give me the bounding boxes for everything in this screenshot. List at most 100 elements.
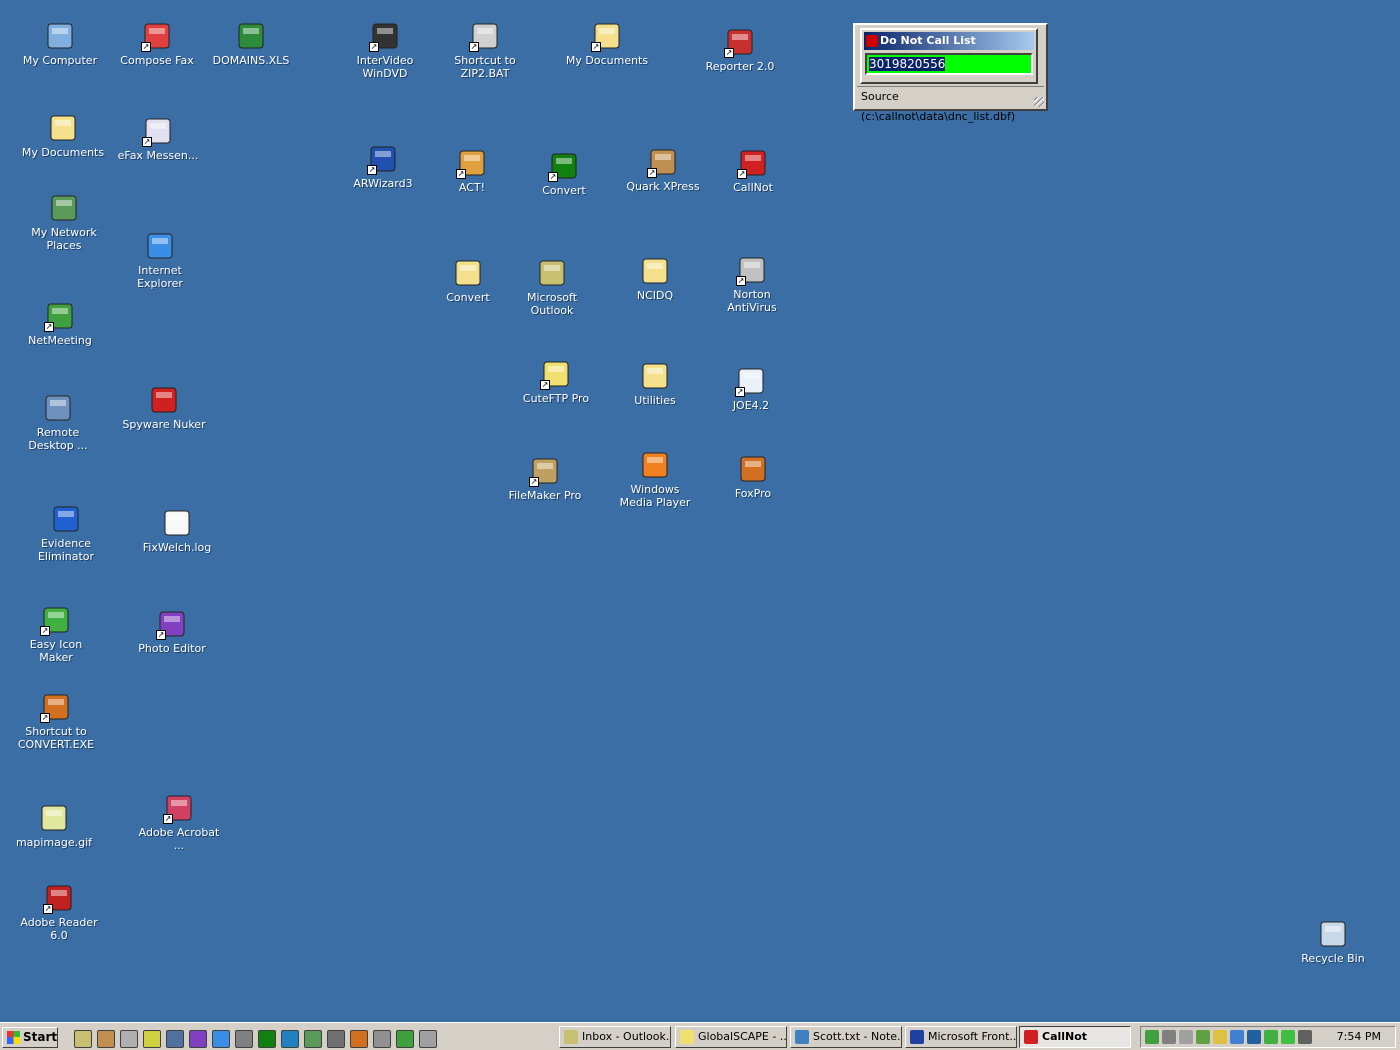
my-computer-icon	[44, 20, 76, 52]
photo-editor-icon: ↗	[156, 608, 188, 640]
dnc-processor-window[interactable]: Do Not Call List Processor 3019820556 So…	[853, 23, 1048, 123]
computer-icon[interactable]	[166, 1030, 184, 1048]
desktop-icon[interactable]: FixWelch.log	[135, 507, 219, 554]
keyboard-icon[interactable]	[235, 1030, 253, 1048]
desktop-icon-label: JOE4.2	[732, 399, 770, 412]
desktop-icon[interactable]: ↗ Norton AntiVirus	[710, 254, 794, 314]
desktop-icon[interactable]: DOMAINS.XLS	[209, 20, 293, 67]
messenger-icon[interactable]	[1281, 1030, 1295, 1044]
desktop-icon[interactable]: ↗ JOE4.2	[709, 365, 793, 412]
desktop-icon[interactable]: Windows Media Player	[613, 449, 697, 509]
compose-fax-icon: ↗	[141, 20, 173, 52]
start-button[interactable]: Start	[2, 1027, 58, 1048]
phone-number-field[interactable]: 3019820556	[865, 53, 1033, 75]
desktop-icon[interactable]: ↗ Convert	[522, 150, 606, 197]
desktop-icon-label: InterVideo WinDVD	[356, 54, 414, 80]
acrobat-icon: ↗	[163, 792, 195, 824]
desktop-icon[interactable]: My Network Places	[22, 192, 106, 252]
shortcut-arrow-icon: ↗	[367, 165, 377, 175]
taskbar-button[interactable]: CallNot	[1019, 1026, 1131, 1048]
display-icon[interactable]	[1230, 1030, 1244, 1044]
dnc-window-titlebar[interactable]: Do Not Call List Processor	[864, 32, 1034, 65]
taskbar-button[interactable]: Microsoft Front...	[905, 1026, 1017, 1048]
network-tray-icon[interactable]	[1179, 1030, 1193, 1044]
foxpro-icon[interactable]	[350, 1030, 368, 1048]
desktop-icon[interactable]: Internet Explorer	[118, 230, 202, 290]
quark-icon[interactable]	[97, 1030, 115, 1048]
desktop-icon[interactable]: Utilities	[613, 360, 697, 407]
desktop-icon[interactable]: ↗ Compose Fax	[115, 20, 199, 67]
internet-explorer-icon[interactable]	[212, 1030, 230, 1048]
shortcut-arrow-icon: ↗	[369, 42, 379, 52]
desktop-icon[interactable]: ↗ CallNot	[711, 147, 795, 194]
desktop-icon[interactable]: ↗ InterVideo WinDVD	[343, 20, 427, 80]
media-icon[interactable]	[1264, 1030, 1278, 1044]
desktop-icon[interactable]: NCIDQ	[613, 255, 697, 302]
desktop-icon-label: My Network Places	[31, 226, 97, 252]
desktop-icon-label: Convert	[542, 184, 586, 197]
clock[interactable]: 7:54 PM	[1337, 1027, 1381, 1047]
printer-tray-icon[interactable]	[1196, 1030, 1210, 1044]
desktop-icon[interactable]: ↗ NetMeeting	[18, 300, 102, 347]
taskbar-button[interactable]: GlobalSCAPE - ...	[675, 1026, 787, 1048]
desktop-icon[interactable]: Evidence Eliminator	[24, 503, 108, 563]
desktop-icon[interactable]: ↗ eFax Messen...	[116, 115, 200, 162]
shortcut-arrow-icon: ↗	[540, 380, 550, 390]
desktop-icon[interactable]: Microsoft Outlook	[510, 257, 594, 317]
desktop-icon-label: NetMeeting	[28, 334, 92, 347]
photo-editor-icon[interactable]	[189, 1030, 207, 1048]
cuteftp-icon	[680, 1030, 694, 1044]
network-icon[interactable]	[304, 1030, 322, 1048]
desktop-icon[interactable]: ↗ Easy Icon Maker	[14, 604, 98, 664]
resize-grip[interactable]	[1034, 97, 1044, 107]
recycle-icon[interactable]	[396, 1030, 414, 1048]
desktop-icon[interactable]: ↗ My Documents	[565, 20, 649, 67]
desktop-icon[interactable]: ↗ Photo Editor	[130, 608, 214, 655]
desktop-icon[interactable]: ↗ Adobe Reader 6.0	[17, 882, 101, 942]
frontpage-icon[interactable]	[281, 1030, 299, 1048]
desktop-icon-label: My Documents	[21, 146, 105, 159]
adobe-reader-icon: ↗	[43, 882, 75, 914]
foxpro-icon	[737, 453, 769, 485]
desktop-icon[interactable]: ↗ ARWizard3	[341, 143, 425, 190]
desktop-icon[interactable]: ↗ Reporter 2.0	[698, 26, 782, 73]
clock-icon[interactable]	[143, 1030, 161, 1048]
desktop-icon[interactable]: Recycle Bin	[1291, 918, 1375, 965]
desktop-icon[interactable]: ↗ Shortcut to CONVERT.EXE	[14, 691, 98, 751]
tools-icon[interactable]	[419, 1030, 437, 1048]
convert-app-icon[interactable]	[258, 1030, 276, 1048]
folder-icon	[639, 360, 671, 392]
monitor-icon[interactable]	[1298, 1030, 1312, 1044]
desktop-icon[interactable]: ↗ Shortcut to ZIP2.BAT	[443, 20, 527, 80]
eraser-icon[interactable]	[120, 1030, 138, 1048]
desktop-icon[interactable]: Spyware Nuker	[122, 384, 206, 431]
shortcut-arrow-icon: ↗	[142, 137, 152, 147]
printer-icon[interactable]	[373, 1030, 391, 1048]
desktop-icon[interactable]: FoxPro	[711, 453, 795, 500]
desktop-icon[interactable]: ↗ CuteFTP Pro	[514, 358, 598, 405]
desktop-icon[interactable]: ↗ Quark XPress	[621, 146, 705, 193]
desktop-icon-label: ARWizard3	[353, 177, 413, 190]
desktop-icon[interactable]: ↗ FileMaker Pro	[503, 455, 587, 502]
tray-app-icon[interactable]	[1145, 1030, 1159, 1044]
desktop-icon[interactable]: Remote Desktop ...	[16, 392, 100, 452]
desktop-icon[interactable]: ↗ ACT!	[430, 147, 514, 194]
globe-icon[interactable]	[1247, 1030, 1261, 1044]
shield-icon[interactable]	[1213, 1030, 1227, 1044]
taskbar-button-label: Microsoft Front...	[928, 1030, 1017, 1043]
volume-icon[interactable]	[1162, 1030, 1176, 1044]
desktop-icon[interactable]: My Documents	[21, 112, 105, 159]
shortcut-arrow-icon: ↗	[735, 387, 745, 397]
desktop-icon-label: Compose Fax	[120, 54, 194, 67]
desktop-icon[interactable]: Convert	[426, 257, 510, 304]
gear-icon[interactable]	[327, 1030, 345, 1048]
shortcut-arrow-icon: ↗	[724, 48, 734, 58]
outlook-icon[interactable]	[74, 1030, 92, 1048]
taskbar-button[interactable]: Scott.txt - Note...	[790, 1026, 902, 1048]
desktop-icon[interactable]: My Computer	[18, 20, 102, 67]
taskbar-button[interactable]: Inbox - Outlook...	[559, 1026, 671, 1048]
batch-file-icon: ↗	[469, 20, 501, 52]
desktop-icon[interactable]: mapimage.gif	[12, 802, 96, 849]
desktop-icon-label: DOMAINS.XLS	[212, 54, 290, 67]
desktop-icon[interactable]: ↗ Adobe Acrobat ...	[137, 792, 221, 852]
